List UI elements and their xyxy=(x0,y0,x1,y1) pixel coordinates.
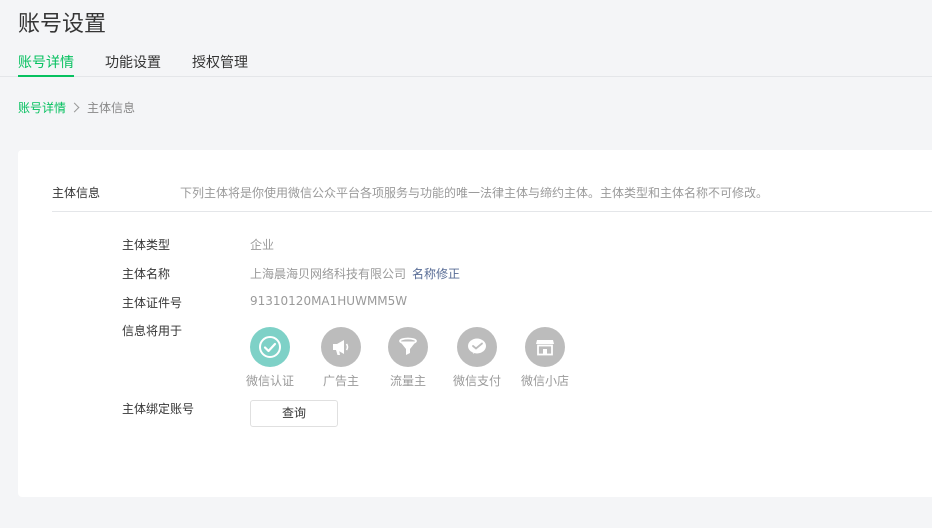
entity-info-card: 主体信息 下列主体将是你使用微信公众平台各项服务与功能的唯一法律主体与缔约主体。… xyxy=(18,150,932,497)
entity-type-value: 企业 xyxy=(250,238,275,252)
store-icon xyxy=(525,327,565,367)
usage-item-traffic-owner: 流量主 xyxy=(378,327,438,389)
entity-name-label: 主体名称 xyxy=(122,267,171,281)
certificate-number-value: 91310120MA1HUWMM5W xyxy=(250,294,408,308)
tab-bar: 账号详情 功能设置 授权管理 xyxy=(0,48,932,77)
name-correction-link[interactable]: 名称修正 xyxy=(412,267,460,281)
usage-item-wechat-verification: 微信认证 xyxy=(240,327,300,389)
breadcrumb: 账号详情 主体信息 xyxy=(18,99,135,116)
section-title: 主体信息 xyxy=(52,186,101,200)
usage-label: 微信小店 xyxy=(520,374,569,388)
page-title: 账号设置 xyxy=(18,12,107,37)
tab-authorization-management[interactable]: 授权管理 xyxy=(192,52,248,76)
certificate-number-label: 主体证件号 xyxy=(122,296,183,310)
section-description: 下列主体将是你使用微信公众平台各项服务与功能的唯一法律主体与缔约主体。主体类型和… xyxy=(180,186,769,200)
entity-type-label: 主体类型 xyxy=(122,238,171,252)
usage-label: 流量主 xyxy=(389,374,426,388)
usage-label: 微信支付 xyxy=(452,374,501,388)
usage-item-wechat-store: 微信小店 xyxy=(515,327,575,389)
tab-account-details[interactable]: 账号详情 xyxy=(18,52,74,77)
usage-item-advertiser: 广告主 xyxy=(311,327,371,389)
entity-name-text: 上海晨海贝网络科技有限公司 xyxy=(250,267,407,281)
tab-feature-settings[interactable]: 功能设置 xyxy=(105,52,161,76)
usage-label: 微信认证 xyxy=(245,374,294,388)
entity-name-value: 上海晨海贝网络科技有限公司 名称修正 xyxy=(250,265,460,282)
query-button[interactable]: 查询 xyxy=(250,400,338,427)
breadcrumb-current: 主体信息 xyxy=(87,101,136,115)
megaphone-icon xyxy=(321,327,361,367)
section-header: 主体信息 下列主体将是你使用微信公众平台各项服务与功能的唯一法律主体与缔约主体。… xyxy=(52,184,932,212)
bound-accounts-label: 主体绑定账号 xyxy=(122,402,195,416)
usage-label: 广告主 xyxy=(322,374,359,388)
info-usage-label: 信息将用于 xyxy=(122,324,183,338)
usage-item-wechat-pay: 微信支付 xyxy=(447,327,507,389)
check-icon xyxy=(250,327,290,367)
pay-icon xyxy=(457,327,497,367)
funnel-icon xyxy=(388,327,428,367)
breadcrumb-parent-link[interactable]: 账号详情 xyxy=(18,101,66,115)
chevron-right-icon xyxy=(69,102,80,113)
